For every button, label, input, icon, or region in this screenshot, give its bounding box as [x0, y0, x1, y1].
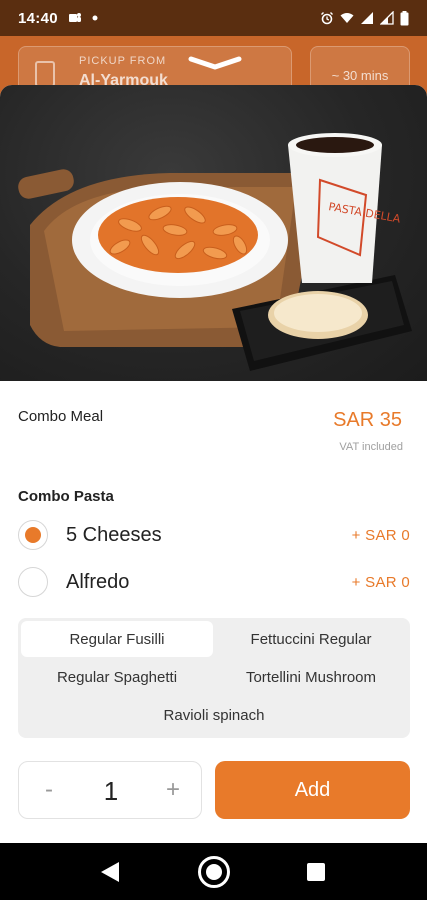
option-price: + SAR 0 [351, 573, 410, 591]
variant-fettuccini-regular[interactable]: Fettuccini Regular [215, 621, 407, 657]
product-name: Combo Meal [18, 408, 104, 425]
variant-tortellini-mushroom[interactable]: Tortellini Mushroom [215, 659, 407, 695]
option-5-cheeses[interactable]: 5 Cheeses + SAR 0 [18, 517, 410, 553]
radio-button[interactable] [18, 567, 48, 597]
quantity-value: 1 [103, 776, 119, 806]
navigation-bar [0, 843, 427, 900]
option-price: + SAR 0 [351, 526, 410, 544]
wifi-icon [340, 13, 354, 23]
pasta-variant-selector: Regular Fusilli Fettuccini Regular Regul… [18, 618, 410, 738]
pickup-label: PICKUP FROM [79, 55, 167, 67]
signal-icon [361, 12, 373, 24]
add-button[interactable]: Add [215, 761, 410, 819]
radio-button-selected[interactable] [18, 520, 48, 550]
radio-dot [25, 527, 41, 543]
section-title: Combo Pasta [18, 488, 114, 505]
variant-regular-fusilli[interactable]: Regular Fusilli [21, 621, 213, 657]
option-label: 5 Cheeses [66, 523, 162, 546]
status-bar: 14:40 [0, 0, 427, 36]
option-label: Alfredo [66, 570, 130, 593]
vat-note: VAT included [339, 441, 403, 453]
combo-meal-illustration: PASTA DELLA [18, 133, 412, 371]
home-icon[interactable] [197, 855, 231, 889]
chevron-down-icon[interactable] [188, 56, 242, 70]
status-time: 14:40 [18, 9, 58, 27]
signal-icon [380, 11, 394, 25]
alarm-icon [321, 12, 333, 25]
decrement-button[interactable]: - [35, 776, 63, 804]
product-sheet: PASTA DELLA Combo Meal SAR 35 VAT includ… [0, 85, 427, 843]
battery-icon [400, 10, 409, 25]
recents-icon[interactable] [307, 863, 325, 881]
shopping-bag-icon [35, 61, 55, 87]
notification-dot-icon [92, 15, 98, 21]
product-price: SAR 35 [333, 409, 402, 431]
quantity-stepper: - 1 + [18, 761, 202, 819]
option-alfredo[interactable]: Alfredo + SAR 0 [18, 564, 410, 600]
increment-button[interactable]: + [159, 776, 187, 804]
teams-icon [68, 13, 81, 22]
product-image: PASTA DELLA [0, 85, 427, 381]
back-icon[interactable] [100, 861, 120, 883]
variant-ravioli-spinach[interactable]: Ravioli spinach [21, 697, 407, 733]
eta-value: ~ 30 mins [331, 68, 389, 83]
variant-regular-spaghetti[interactable]: Regular Spaghetti [21, 659, 213, 695]
